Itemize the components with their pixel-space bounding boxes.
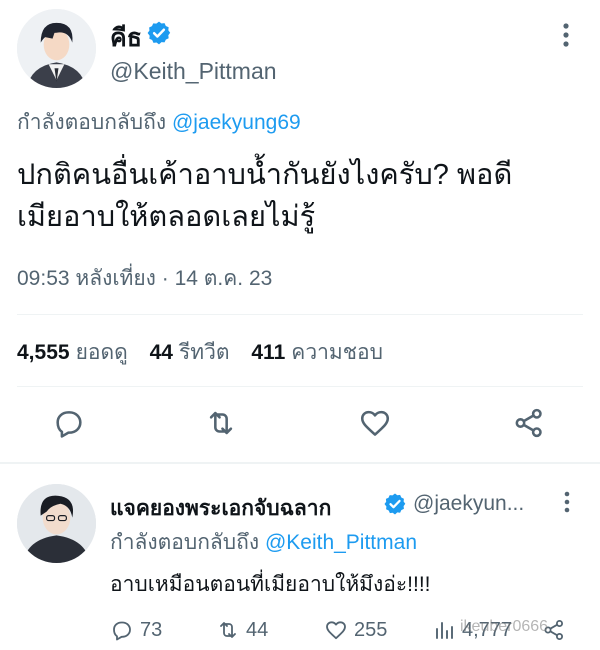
reply-avatar[interactable] — [17, 484, 96, 563]
retweets-count: 44 — [149, 341, 173, 364]
divider — [17, 386, 583, 387]
verified-badge-icon — [384, 493, 406, 515]
avatar[interactable] — [17, 9, 96, 88]
retweet-button[interactable] — [204, 406, 238, 440]
mention-link[interactable]: @Keith_Pittman — [265, 531, 417, 554]
replying-prefix: กำลังตอบกลับถึง — [110, 531, 260, 554]
retweets-label: รีทวีต — [178, 341, 230, 364]
like-button[interactable]: 255 — [324, 616, 387, 644]
main-tweet: คีธ @Keith_Pittman กำลังตอบกลับถึง @jaek… — [0, 0, 600, 460]
replying-prefix: กำลังตอบกลับถึง — [17, 111, 167, 134]
reply-icon — [56, 411, 82, 438]
likes-count: 411 — [251, 341, 286, 364]
share-button[interactable] — [512, 406, 546, 440]
likes-label: ความชอบ — [291, 341, 383, 364]
replying-to: กำลังตอบกลับถึง @jaekyung69 — [17, 106, 301, 139]
views-stat[interactable]: 4,555 ยอดดู — [17, 341, 128, 364]
reply-user-handle[interactable]: @jaekyun... — [413, 492, 524, 516]
user-handle[interactable]: @Keith_Pittman — [110, 58, 277, 85]
retweet-icon — [220, 622, 236, 638]
like-button[interactable] — [358, 406, 392, 440]
reply-icon — [113, 621, 131, 641]
tweet-text: ปกติคนอื่นเค้าอาบน้ำกันยังไงครับ? พอดี เ… — [17, 154, 583, 238]
tweet-text-line: เมียอาบให้ตลอดเลยไม่รู้ — [17, 201, 316, 233]
verified-badge-icon — [147, 21, 171, 45]
display-name[interactable]: คีธ — [110, 18, 142, 58]
avatar-illustration — [17, 9, 96, 88]
likes-stat[interactable]: 411 ความชอบ — [251, 341, 383, 364]
replying-to: กำลังตอบกลับถึง @Keith_Pittman — [110, 526, 417, 559]
more-options-icon[interactable] — [558, 22, 574, 48]
analytics-icon — [436, 622, 453, 639]
tweet-text-line: ปกติคนอื่นเค้าอาบน้ำกันยังไงครับ? พอดี — [17, 159, 513, 191]
reply-display-name[interactable]: แจคยองพระเอกจับฉลาก — [110, 492, 331, 525]
heart-icon — [326, 621, 346, 640]
retweet-count: 44 — [246, 618, 269, 641]
share-icon — [515, 408, 542, 438]
reply-text: อาบเหมือนตอนที่เมียอาบให้มึงอ่ะ!!!! — [110, 573, 431, 596]
more-options-icon[interactable] — [560, 490, 574, 514]
tweet-stats: 4,555 ยอดดู 44 รีทวีต 411 ความชอบ — [17, 336, 399, 369]
thread-separator — [0, 462, 600, 464]
retweets-stat[interactable]: 44 รีทวีต — [150, 341, 230, 364]
reply-count: 73 — [140, 618, 163, 641]
mention-link[interactable]: @jaekyung69 — [172, 111, 301, 134]
avatar-illustration — [17, 484, 96, 563]
tweet-timestamp[interactable]: 09:53 หลังเที่ยง · 14 ต.ค. 23 — [17, 262, 272, 295]
retweet-button[interactable]: 44 — [216, 616, 268, 644]
like-count: 255 — [354, 618, 388, 641]
divider — [17, 314, 583, 315]
watermark: ikeuber0666 — [460, 618, 549, 635]
heart-icon — [360, 410, 390, 436]
retweet-icon — [209, 411, 233, 435]
reply-button[interactable] — [52, 406, 86, 440]
views-count: 4,555 — [17, 341, 70, 364]
reply-button[interactable]: 73 — [110, 616, 162, 644]
views-label: ยอดดู — [75, 341, 128, 364]
